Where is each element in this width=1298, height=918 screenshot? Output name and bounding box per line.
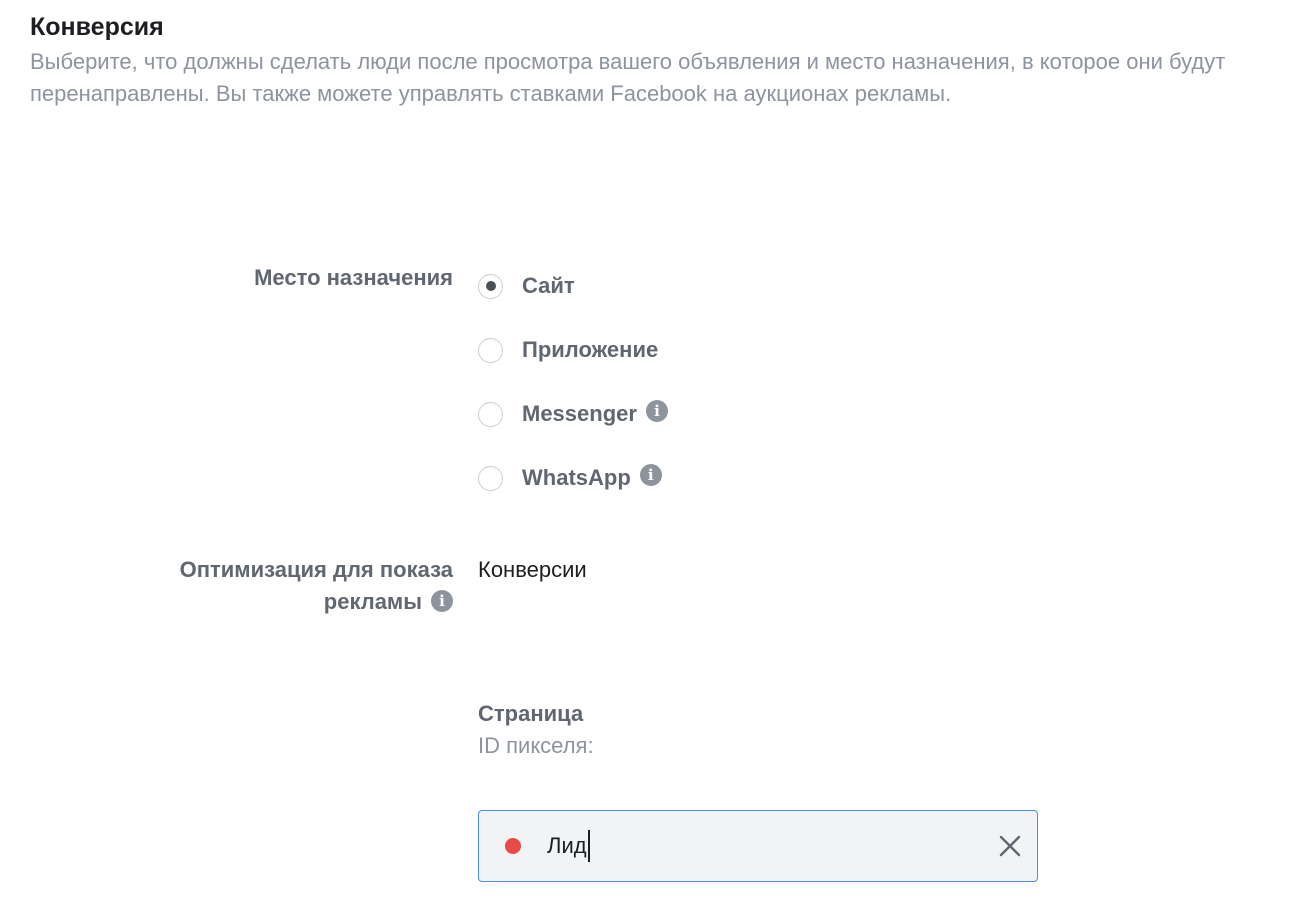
- close-icon[interactable]: [997, 833, 1023, 859]
- radio-selected-dot: [485, 281, 496, 291]
- pixel-id-label: ID пикселя:: [478, 733, 594, 758]
- radio-label-site: Сайт: [522, 273, 575, 298]
- destination-label: Место назначения: [254, 265, 453, 290]
- info-icon[interactable]: i: [639, 464, 662, 486]
- radio-button-whatsapp[interactable]: [478, 465, 503, 491]
- conversion-event-value[interactable]: Лид: [547, 830, 590, 862]
- radio-button-site[interactable]: [478, 273, 503, 299]
- section-description: Выберите, что должны сделать люди после …: [30, 49, 1226, 106]
- status-dot-icon: [505, 838, 521, 854]
- radio-option-site[interactable]: Сайт: [478, 270, 575, 302]
- radio-button-messenger[interactable]: [478, 401, 503, 427]
- info-icon[interactable]: i: [645, 400, 668, 422]
- page-name: Страница: [478, 701, 584, 726]
- section-title: Конверсия: [30, 13, 164, 41]
- radio-button-app[interactable]: [478, 337, 503, 363]
- optimization-label: Оптимизация для показа рекламы i: [93, 554, 453, 618]
- info-icon[interactable]: i: [431, 590, 453, 612]
- radio-option-messenger[interactable]: Messenger i: [478, 398, 668, 430]
- radio-label-messenger: Messenger: [522, 401, 637, 426]
- conversion-event-input[interactable]: Лид: [478, 810, 1038, 882]
- radio-label-whatsapp: WhatsApp: [522, 465, 631, 490]
- optimization-label-text: рекламы: [323, 589, 422, 614]
- radio-option-app[interactable]: Приложение: [478, 334, 658, 366]
- radio-option-whatsapp[interactable]: WhatsApp i: [478, 462, 662, 494]
- optimization-value: Конверсии: [478, 557, 587, 582]
- optimization-label-line2: рекламы i: [93, 586, 453, 618]
- optimization-label-line1: Оптимизация для показа: [179, 557, 453, 582]
- radio-label-app: Приложение: [522, 337, 659, 362]
